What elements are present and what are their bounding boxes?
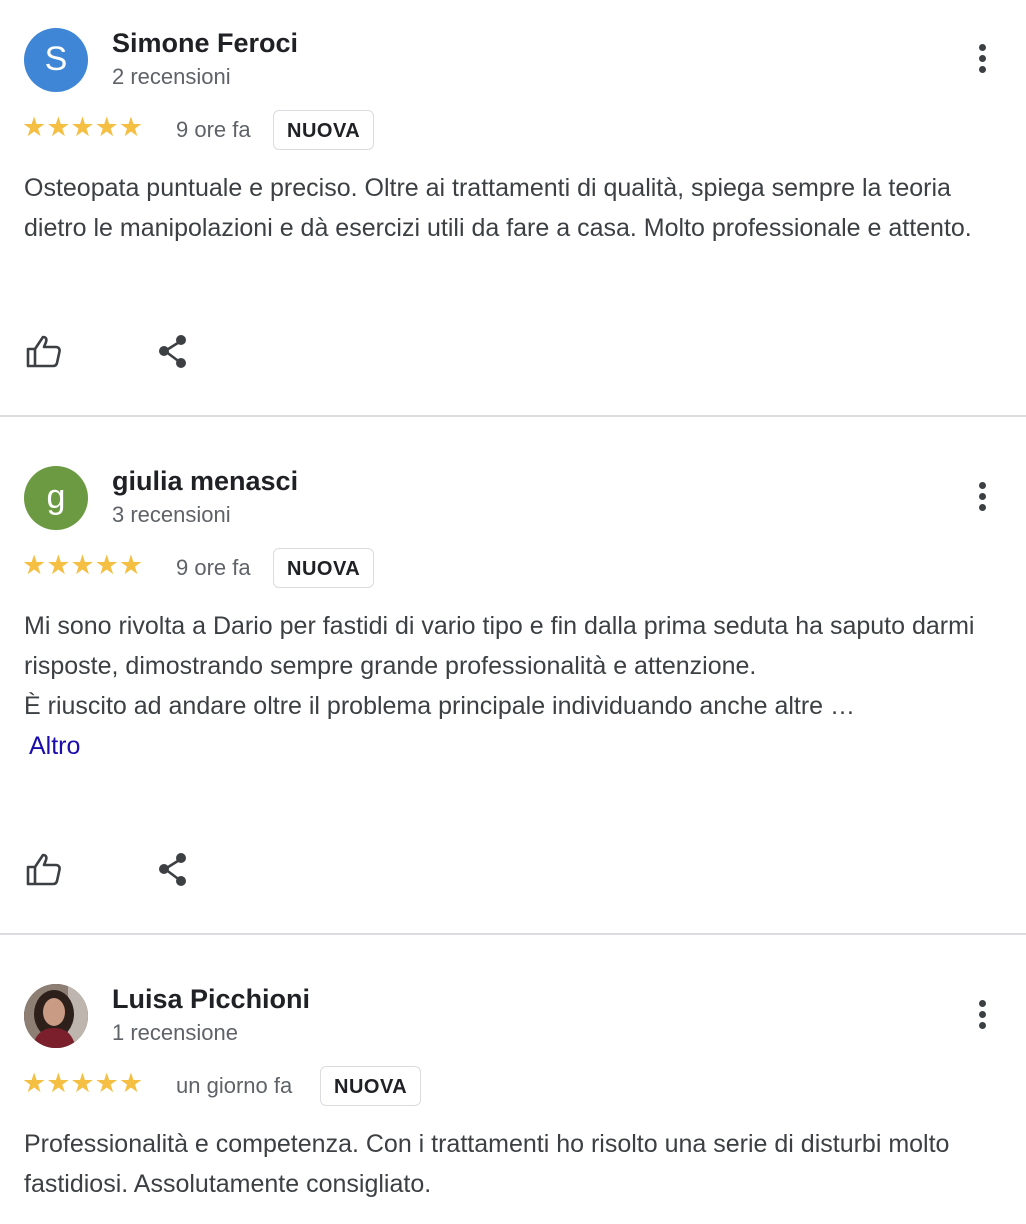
reviewer-name[interactable]: Simone Feroci: [112, 28, 298, 59]
review-paragraph: Mi sono rivolta a Dario per fastidi di v…: [24, 612, 975, 680]
review-time: un giorno fa: [176, 1073, 293, 1098]
more-vert-icon[interactable]: [966, 996, 998, 1036]
read-more-link[interactable]: Altro: [24, 732, 80, 760]
star-rating: ★★★★★: [22, 1068, 144, 1098]
review-text: Osteopata puntuale e preciso. Oltre ai t…: [24, 168, 1004, 248]
avatar[interactable]: g: [24, 466, 88, 530]
star-rating: ★★★★★: [22, 550, 144, 580]
share-icon[interactable]: [154, 850, 194, 890]
thumbs-up-icon[interactable]: [24, 850, 64, 890]
review-time: 9 ore fa: [176, 555, 251, 580]
review-count: 2 recensioni: [112, 64, 231, 89]
review-paragraph: Osteopata puntuale e preciso. Oltre ai t…: [24, 174, 972, 242]
reviewer-name[interactable]: Luisa Picchioni: [112, 984, 310, 1015]
review-time: 9 ore fa: [176, 117, 251, 142]
thumbs-up-icon[interactable]: [24, 332, 64, 372]
new-badge: NUOVA: [273, 548, 375, 588]
review-paragraph: È riuscito ad andare oltre il problema p…: [24, 692, 856, 720]
more-vert-icon[interactable]: [966, 40, 998, 80]
review-paragraph: Professionalità e competenza. Con i trat…: [24, 1130, 950, 1198]
new-badge: NUOVA: [320, 1066, 422, 1106]
new-badge: NUOVA: [273, 110, 375, 150]
divider: [0, 415, 1026, 417]
more-vert-icon[interactable]: [966, 478, 998, 518]
reviewer-name[interactable]: giulia menasci: [112, 466, 298, 497]
avatar-photo[interactable]: [24, 984, 88, 1048]
review-text: Professionalità e competenza. Con i trat…: [24, 1124, 1004, 1204]
divider: [0, 933, 1026, 935]
star-rating: ★★★★★: [22, 112, 144, 142]
review-text: Mi sono rivolta a Dario per fastidi di v…: [24, 606, 1004, 766]
share-icon[interactable]: [154, 332, 194, 372]
review-count: 3 recensioni: [112, 502, 231, 527]
avatar[interactable]: S: [24, 28, 88, 92]
review-count: 1 recensione: [112, 1020, 238, 1045]
